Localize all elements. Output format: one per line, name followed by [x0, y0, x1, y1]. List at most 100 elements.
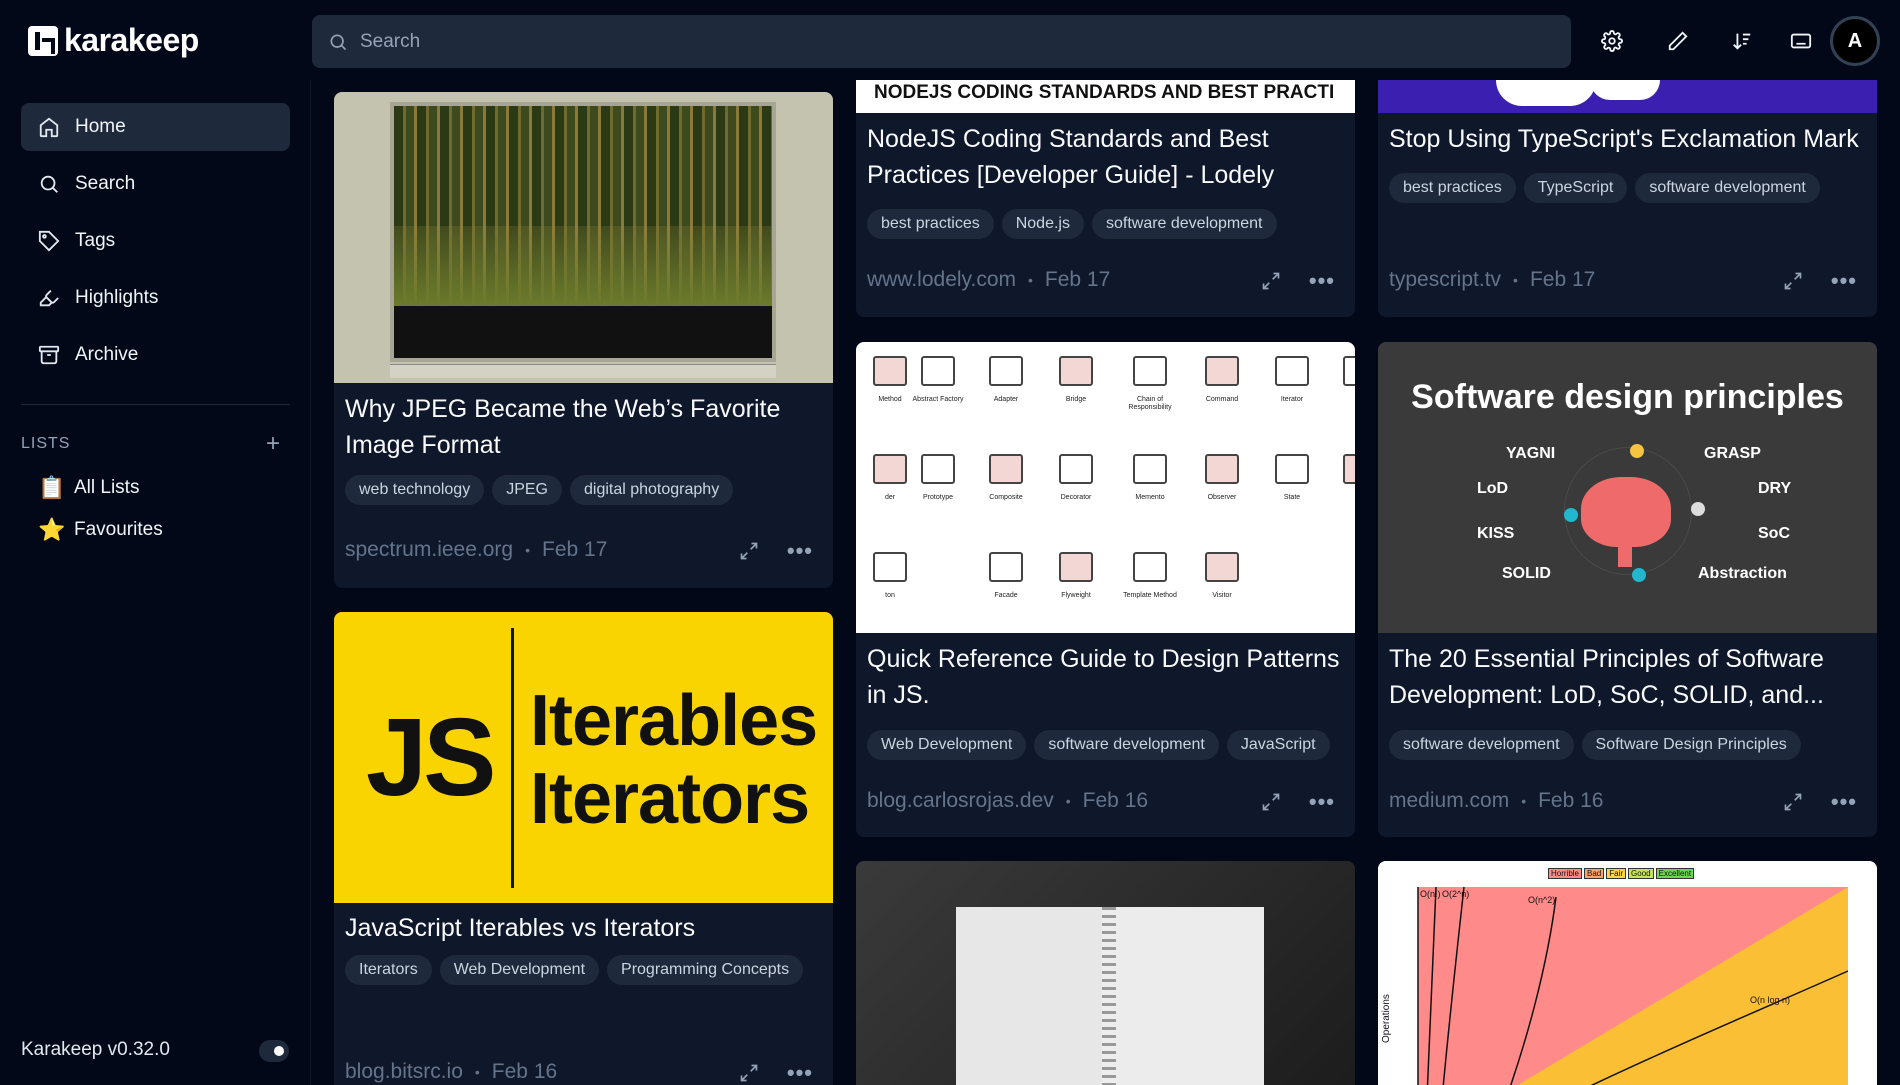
bookmark-domain[interactable]: blog.bitsrc.io [345, 1060, 463, 1084]
app-logo[interactable]: karakeep [28, 22, 199, 59]
pattern-cell: Flyweight [1042, 546, 1110, 633]
more-options-icon[interactable]: ••• [1309, 789, 1335, 815]
tag[interactable]: software development [1034, 730, 1219, 760]
tag[interactable]: Programming Concepts [607, 955, 804, 985]
bookmark-card[interactable]: Method Abstract Factory Adapter Bridge Chain… [856, 342, 1355, 837]
bookmark-date: Feb 16 [491, 1060, 558, 1083]
pattern-icon [1343, 454, 1355, 484]
sort-button[interactable] [1729, 28, 1755, 54]
bookmark-domain[interactable]: spectrum.ieee.org [345, 538, 513, 562]
bookmark-card[interactable]: Horrible Bad Fair Good Excellent O(n!) O… [1378, 861, 1877, 1085]
tag[interactable]: best practices [867, 209, 994, 239]
bookmark-domain[interactable]: blog.carlosrojas.dev [867, 789, 1054, 813]
nav-item-search[interactable]: Search [21, 160, 290, 208]
expand-icon[interactable] [1783, 792, 1803, 812]
tag[interactable]: best practices [1389, 173, 1516, 203]
bookmark-card[interactable]: JS Iterables Iterators JavaScript Iterab… [334, 612, 833, 1085]
expand-icon[interactable] [1261, 271, 1281, 291]
bookmark-thumbnail[interactable] [1378, 80, 1877, 113]
tag[interactable]: JPEG [492, 475, 562, 505]
tag[interactable]: TypeScript [1523, 173, 1628, 203]
list-item-favourites[interactable]: ⭐ Favourites [38, 517, 163, 543]
tag[interactable]: Web Development [439, 955, 600, 985]
bookmark-thumbnail[interactable]: JS Iterables Iterators [334, 612, 833, 903]
pattern-label: Template Method [1123, 592, 1177, 599]
star-icon: ⭐ [38, 517, 66, 542]
more-options-icon[interactable]: ••• [1309, 268, 1335, 294]
bookmark-domain[interactable]: medium.com [1389, 789, 1509, 813]
bookmark-card[interactable] [856, 861, 1355, 1085]
bookmark-title[interactable]: NodeJS Coding Standards and Best Practic… [867, 121, 1347, 193]
search-input[interactable] [360, 30, 1510, 53]
search-bar[interactable] [312, 15, 1571, 68]
tag[interactable]: digital photography [569, 475, 734, 505]
tag[interactable]: software development [1091, 209, 1277, 239]
nav-item-label: Home [75, 116, 126, 137]
bookmark-card[interactable]: NODEJS CODING STANDARDS AND BEST PRACTIC… [856, 80, 1355, 317]
bookmark-card[interactable]: Stop Using TypeScript's Exclamation Mark… [1378, 80, 1877, 317]
bookmark-card[interactable]: Software design principles YAGNI GRASP L… [1378, 342, 1877, 837]
settings-button[interactable] [1599, 28, 1625, 54]
separator-dot: • [1028, 272, 1033, 288]
nav-item-tags[interactable]: Tags [21, 217, 290, 265]
nav-item-home[interactable]: Home [21, 103, 290, 151]
card-actions: ••• [739, 1060, 813, 1085]
pattern-label: Bridge [1065, 396, 1087, 403]
bookmark-thumbnail[interactable]: Method Abstract Factory Adapter Bridge Chain… [856, 342, 1355, 633]
bookmark-thumbnail[interactable]: Software design principles YAGNI GRASP L… [1378, 342, 1877, 633]
expand-icon[interactable] [1783, 271, 1803, 291]
tag[interactable]: web technology [345, 475, 485, 505]
edit-button[interactable] [1665, 28, 1691, 54]
iterables-text: Iterables [530, 681, 818, 761]
notebook-left-page [956, 907, 1106, 1085]
principle-label: YAGNI [1506, 445, 1556, 462]
layout-button[interactable] [1788, 28, 1814, 54]
more-options-icon[interactable]: ••• [787, 538, 813, 564]
expand-icon[interactable] [739, 541, 759, 561]
nav-item-label: Tags [75, 230, 116, 251]
principle-label: SOLID [1502, 565, 1551, 582]
bookmark-thumbnail[interactable]: Horrible Bad Fair Good Excellent O(n!) O… [1378, 861, 1877, 1085]
karakeep-logo-icon [28, 25, 58, 56]
separator-dot: • [1065, 793, 1071, 809]
tag[interactable]: Web Development [867, 730, 1027, 760]
bookmark-title[interactable]: JavaScript Iterables vs Iterators [345, 910, 825, 946]
theme-toggle[interactable] [259, 1040, 289, 1062]
bookmark-title[interactable]: The 20 Essential Principles of Software … [1389, 641, 1869, 713]
user-avatar[interactable]: A [1830, 16, 1880, 66]
gear-icon [1601, 30, 1623, 52]
more-options-icon[interactable]: ••• [1831, 789, 1857, 815]
tag[interactable]: software development [1389, 730, 1574, 760]
bookmark-thumbnail[interactable]: NODEJS CODING STANDARDS AND BEST PRACTIC… [856, 80, 1355, 113]
nav-item-archive[interactable]: Archive [21, 331, 290, 379]
nav-item-highlights[interactable]: Highlights [21, 274, 290, 322]
bookmark-title[interactable]: Quick Reference Guide to Design Patterns… [867, 641, 1347, 713]
more-options-icon[interactable]: ••• [787, 1060, 813, 1085]
tag[interactable]: software development [1635, 173, 1820, 203]
pattern-cell: Facade [972, 546, 1040, 633]
bookmark-title[interactable]: Stop Using TypeScript's Exclamation Mark [1389, 121, 1869, 157]
bookmark-card[interactable]: Why JPEG Became the Web’s Favorite Image… [334, 92, 833, 588]
pattern-label: Chain of Responsibility [1128, 396, 1172, 411]
bookmark-domain[interactable]: typescript.tv [1389, 268, 1501, 292]
y-axis-label: Operations [1381, 994, 1392, 1043]
tag[interactable]: Software Design Principles [1581, 730, 1801, 760]
tag[interactable]: JavaScript [1226, 730, 1330, 760]
pattern-icon [1059, 454, 1093, 484]
separator-dot: • [1521, 793, 1527, 809]
list-item-all-lists[interactable]: 📋 All Lists [38, 475, 139, 501]
tag[interactable]: Iterators [345, 955, 432, 985]
bookmark-thumbnail[interactable] [334, 92, 833, 383]
orbit-dot [1564, 508, 1578, 522]
bookmark-title[interactable]: Why JPEG Became the Web’s Favorite Image… [345, 391, 825, 463]
pattern-label: Visitor [1212, 592, 1232, 599]
bookmark-grid: Why JPEG Became the Web’s Favorite Image… [312, 80, 1900, 1085]
bookmark-domain[interactable]: www.lodely.com [867, 268, 1016, 292]
pattern-icon [1059, 356, 1093, 386]
expand-icon[interactable] [739, 1063, 759, 1083]
more-options-icon[interactable]: ••• [1831, 268, 1857, 294]
bookmark-thumbnail[interactable] [856, 861, 1355, 1085]
expand-icon[interactable] [1261, 792, 1281, 812]
add-list-icon[interactable]: + [266, 432, 281, 456]
tag[interactable]: Node.js [1001, 209, 1084, 239]
